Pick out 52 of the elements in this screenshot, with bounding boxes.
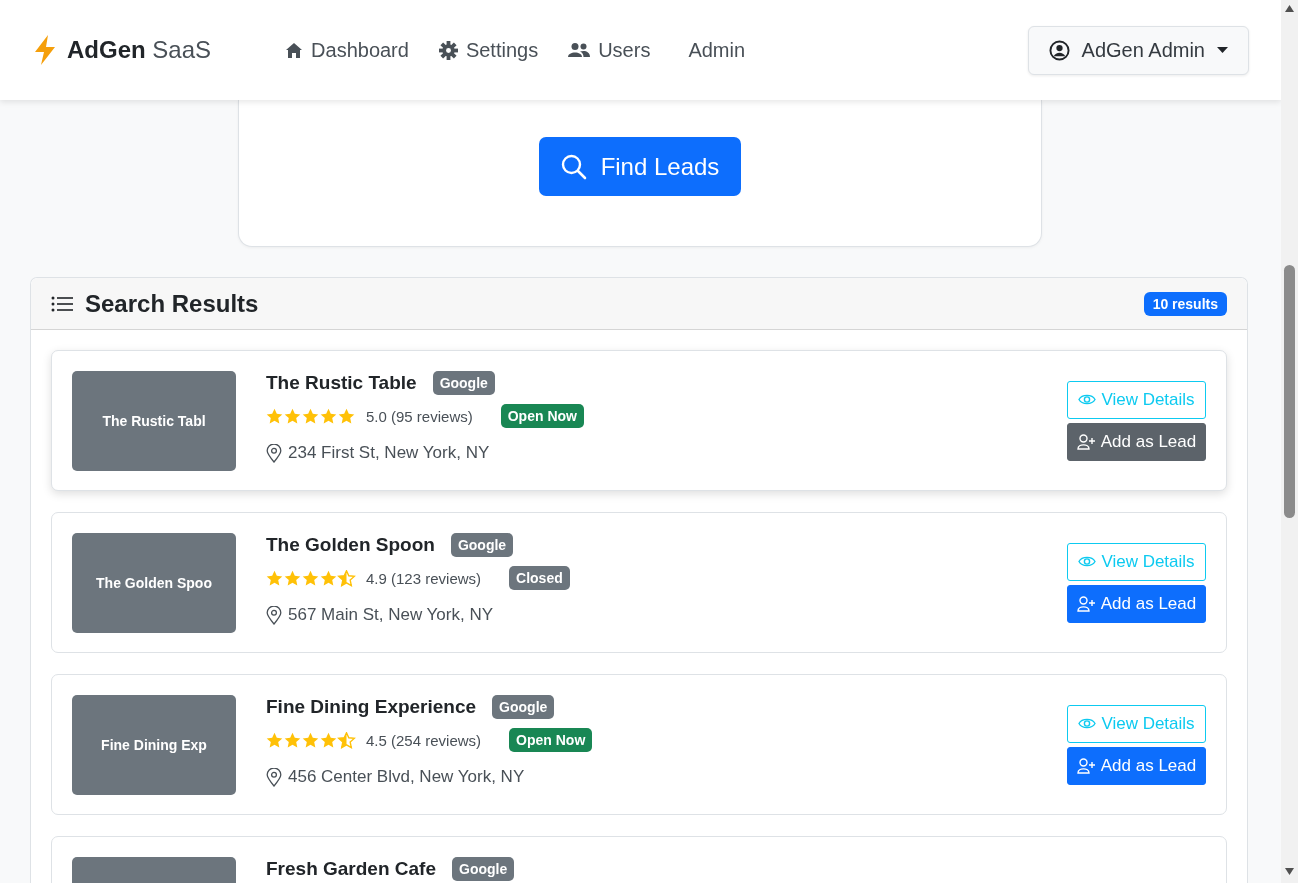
business-name: The Golden Spoon bbox=[266, 534, 435, 556]
source-badge: Google bbox=[452, 857, 515, 881]
thumbnail-label: The Rustic Tabl bbox=[102, 412, 206, 429]
lightning-icon bbox=[33, 35, 57, 65]
rating-text: 4.5 (254 reviews) bbox=[366, 731, 482, 749]
caret-icon bbox=[1217, 47, 1228, 53]
add-user-icon bbox=[1076, 757, 1096, 774]
location-pin-icon bbox=[266, 443, 282, 463]
eye-icon bbox=[1078, 393, 1097, 406]
eye-icon bbox=[1078, 717, 1097, 730]
source-badge: Google bbox=[432, 371, 495, 395]
add-lead-button[interactable]: Add as Lead bbox=[1067, 422, 1206, 461]
search-icon bbox=[560, 153, 587, 180]
nav-link[interactable]: Admin bbox=[676, 30, 758, 70]
add-user-icon bbox=[1076, 433, 1096, 450]
nav-link[interactable]: Settings bbox=[426, 30, 551, 70]
scroll-down-icon[interactable] bbox=[1285, 868, 1294, 875]
source-badge: Google bbox=[492, 695, 555, 719]
brand-name[interactable]: AdGen SaaS bbox=[67, 36, 212, 64]
status-badge: Open Now bbox=[509, 728, 593, 752]
home-icon bbox=[285, 41, 304, 59]
business-name: Fresh Garden Cafe bbox=[266, 858, 436, 880]
users-icon bbox=[568, 42, 591, 58]
nav-link[interactable]: Dashboard bbox=[273, 30, 421, 70]
source-badge: Google bbox=[450, 533, 514, 557]
status-badge: Open Now bbox=[500, 404, 584, 428]
address-text: 456 Center Blvd, New York, NY bbox=[288, 767, 525, 787]
scroll-up-icon[interactable] bbox=[1285, 5, 1294, 12]
user-icon bbox=[1048, 39, 1070, 61]
location-pin-icon bbox=[266, 767, 282, 787]
business-name: Fine Dining Experience bbox=[266, 696, 477, 718]
rating-text: 4.9 (123 reviews) bbox=[366, 569, 482, 587]
status-badge: Closed bbox=[509, 566, 570, 590]
settings-icon bbox=[438, 40, 458, 60]
address-text: 567 Main St, New York, NY bbox=[288, 605, 494, 625]
panel-title: Search Results bbox=[85, 289, 259, 318]
scrollbar-thumb[interactable] bbox=[1284, 265, 1295, 518]
thumbnail-label: The Golden Spoo bbox=[96, 574, 212, 591]
find-leads-button[interactable]: Find Leads bbox=[538, 137, 742, 196]
add-lead-button[interactable]: Add as Lead bbox=[1067, 746, 1206, 785]
thumbnail-label: Fine Dining Exp bbox=[101, 736, 207, 753]
eye-icon bbox=[1078, 555, 1097, 568]
rating-text: 5.0 (95 reviews) bbox=[366, 407, 473, 425]
address-text: 234 First St, New York, NY bbox=[288, 443, 490, 463]
location-pin-icon bbox=[266, 605, 282, 625]
user-menu-button[interactable]: AdGen Admin bbox=[1027, 25, 1249, 75]
business-name: The Rustic Table bbox=[266, 372, 417, 394]
add-user-icon bbox=[1076, 595, 1096, 612]
add-lead-button[interactable]: Add as Lead bbox=[1067, 584, 1206, 623]
nav-link[interactable]: Users bbox=[556, 30, 663, 70]
list-icon bbox=[51, 295, 73, 312]
result-count-badge: 10 results bbox=[1143, 291, 1227, 316]
